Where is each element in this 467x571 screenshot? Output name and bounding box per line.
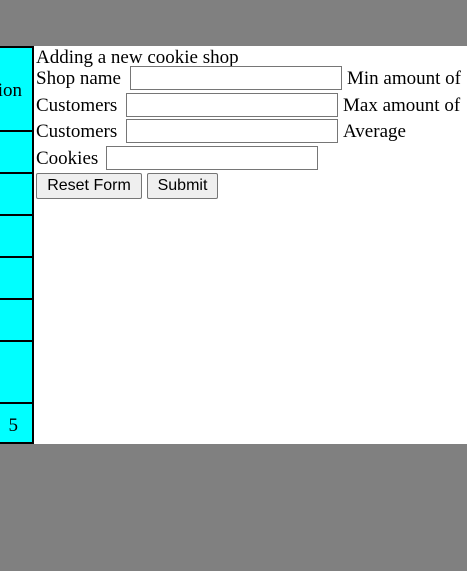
sidebar-cell-label: 5 [8, 415, 19, 436]
sidebar-table: ion 5 [0, 46, 34, 444]
form-row: Cookies [36, 146, 467, 172]
sidebar-cell-label: ion [0, 80, 22, 101]
min-customers-label: Min amount of [347, 68, 461, 89]
shop-name-label: Shop name [36, 68, 121, 89]
min-customers-input[interactable] [126, 93, 338, 117]
reset-form-button[interactable]: Reset Form [36, 173, 142, 199]
submit-button[interactable]: Submit [147, 173, 218, 199]
form-row: Customers Average [36, 119, 467, 145]
sidebar-cell: 5 [0, 404, 32, 444]
sidebar-cell [0, 132, 32, 174]
sidebar-cell [0, 342, 32, 404]
max-customers-input[interactable] [126, 119, 338, 143]
add-shop-form: Adding a new cookie shop Shop name Min a… [36, 46, 467, 444]
average-label: Average [343, 121, 406, 142]
shop-name-input[interactable] [130, 66, 342, 90]
sidebar-cell [0, 300, 32, 342]
main-panel: ion 5 Adding a new cookie shop Shop name… [0, 46, 467, 444]
sidebar-cell: ion [0, 48, 32, 132]
customers-label: Customers [36, 95, 118, 116]
average-cookies-input[interactable] [106, 146, 318, 170]
sidebar-cell [0, 216, 32, 258]
form-row: Shop name Min amount of [36, 66, 467, 92]
cookies-label: Cookies [36, 148, 99, 169]
sidebar-cell [0, 174, 32, 216]
sidebar-cell [0, 258, 32, 300]
form-row: Customers Max amount of [36, 93, 467, 119]
max-customers-label: Max amount of [343, 95, 461, 116]
customers-label: Customers [36, 121, 118, 142]
